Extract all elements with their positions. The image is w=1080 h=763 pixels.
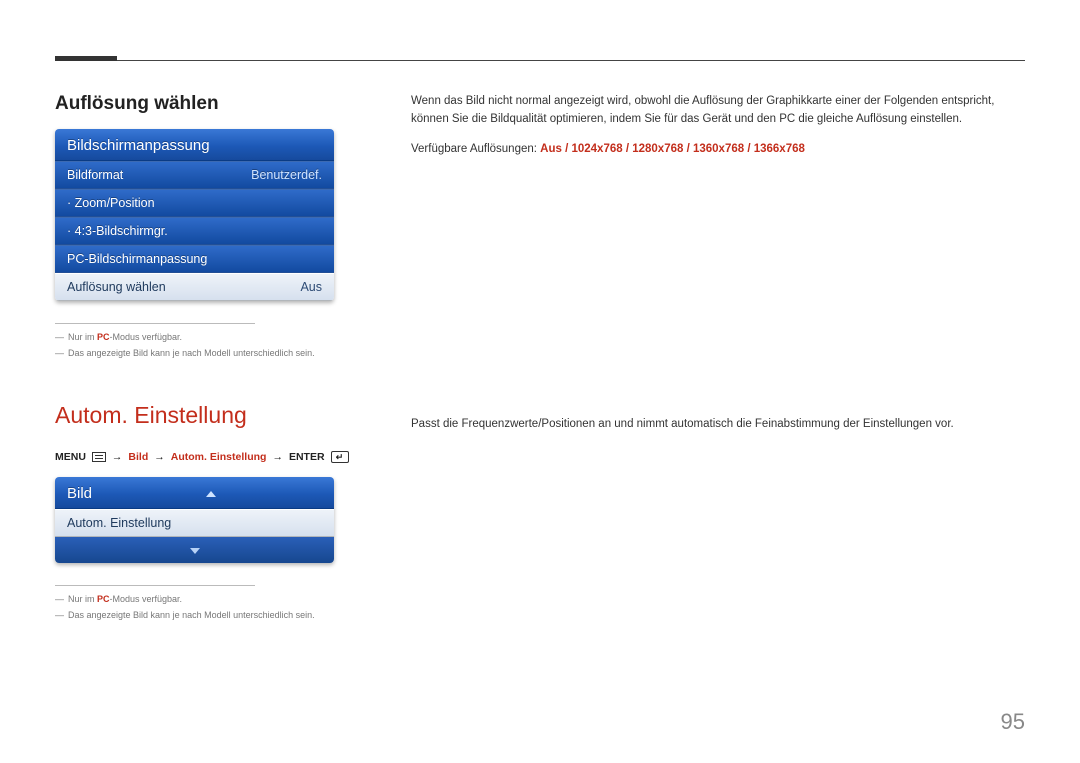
row-label: PC-Bildschirmanpassung <box>67 252 207 266</box>
section1-title: Auflösung wählen <box>55 93 355 115</box>
panel1-row-bildformat[interactable]: Bildformat Benutzerdef. <box>55 161 334 189</box>
panel1-row-aufloesung[interactable]: Auflösung wählen Aus <box>55 273 334 301</box>
panel2-row-autoe[interactable]: Autom. Einstellung <box>55 509 334 537</box>
row-value: Aus <box>300 280 322 294</box>
section1-description: Wenn das Bild nicht normal angezeigt wir… <box>411 93 1025 129</box>
panel2-header: Bild <box>55 477 334 509</box>
row-label: Bildformat <box>67 168 123 182</box>
section2-heading: Autom. Einstellung <box>55 402 355 429</box>
divider <box>55 585 255 586</box>
path-bild: Bild <box>128 451 148 463</box>
note-model-vary-1: ―Das angezeigte Bild kann je nach Modell… <box>55 348 355 358</box>
section2-description: Passt die Frequenzwerte/Positionen an un… <box>411 416 1025 434</box>
row-label: · 4:3-Bildschirmgr. <box>67 224 168 238</box>
panel-bild: Bild Autom. Einstellung <box>55 477 334 563</box>
panel1-row-43[interactable]: · 4:3-Bildschirmgr. <box>55 217 334 245</box>
panel1-header: Bildschirmanpassung <box>55 129 334 161</box>
enter-icon: ↵ <box>331 451 349 463</box>
row-label: · Zoom/Position <box>67 196 155 210</box>
note-pc-only-2: ―Nur im PC-Modus verfügbar. <box>55 594 355 604</box>
row-label: Auflösung wählen <box>67 280 166 294</box>
note-pc-only-1: ―Nur im PC-Modus verfügbar. <box>55 332 355 342</box>
row-value: Benutzerdef. <box>251 168 322 182</box>
menu-label: MENU <box>55 451 86 463</box>
page-top-rule <box>55 60 1025 61</box>
divider <box>55 323 255 324</box>
menu-icon <box>92 452 106 462</box>
panel2-scroll-down[interactable] <box>55 537 334 563</box>
panel1-row-zoom[interactable]: · Zoom/Position <box>55 189 334 217</box>
available-resolutions: Verfügbare Auflösungen: Aus / 1024x768 /… <box>411 141 1025 159</box>
path-autoe: Autom. Einstellung <box>171 451 267 463</box>
row-label: Autom. Einstellung <box>67 516 171 530</box>
page-number: 95 <box>1001 709 1025 735</box>
enter-label: ENTER <box>289 451 325 463</box>
note-model-vary-2: ―Das angezeigte Bild kann je nach Modell… <box>55 610 355 620</box>
triangle-down-icon <box>190 548 200 554</box>
panel1-row-pc[interactable]: PC-Bildschirmanpassung <box>55 245 334 273</box>
menu-path: MENU → Bild → Autom. Einstellung → ENTER… <box>55 451 355 463</box>
triangle-up-icon[interactable] <box>206 491 216 497</box>
panel-bildschirmanpassung: Bildschirmanpassung Bildformat Benutzerd… <box>55 129 334 301</box>
